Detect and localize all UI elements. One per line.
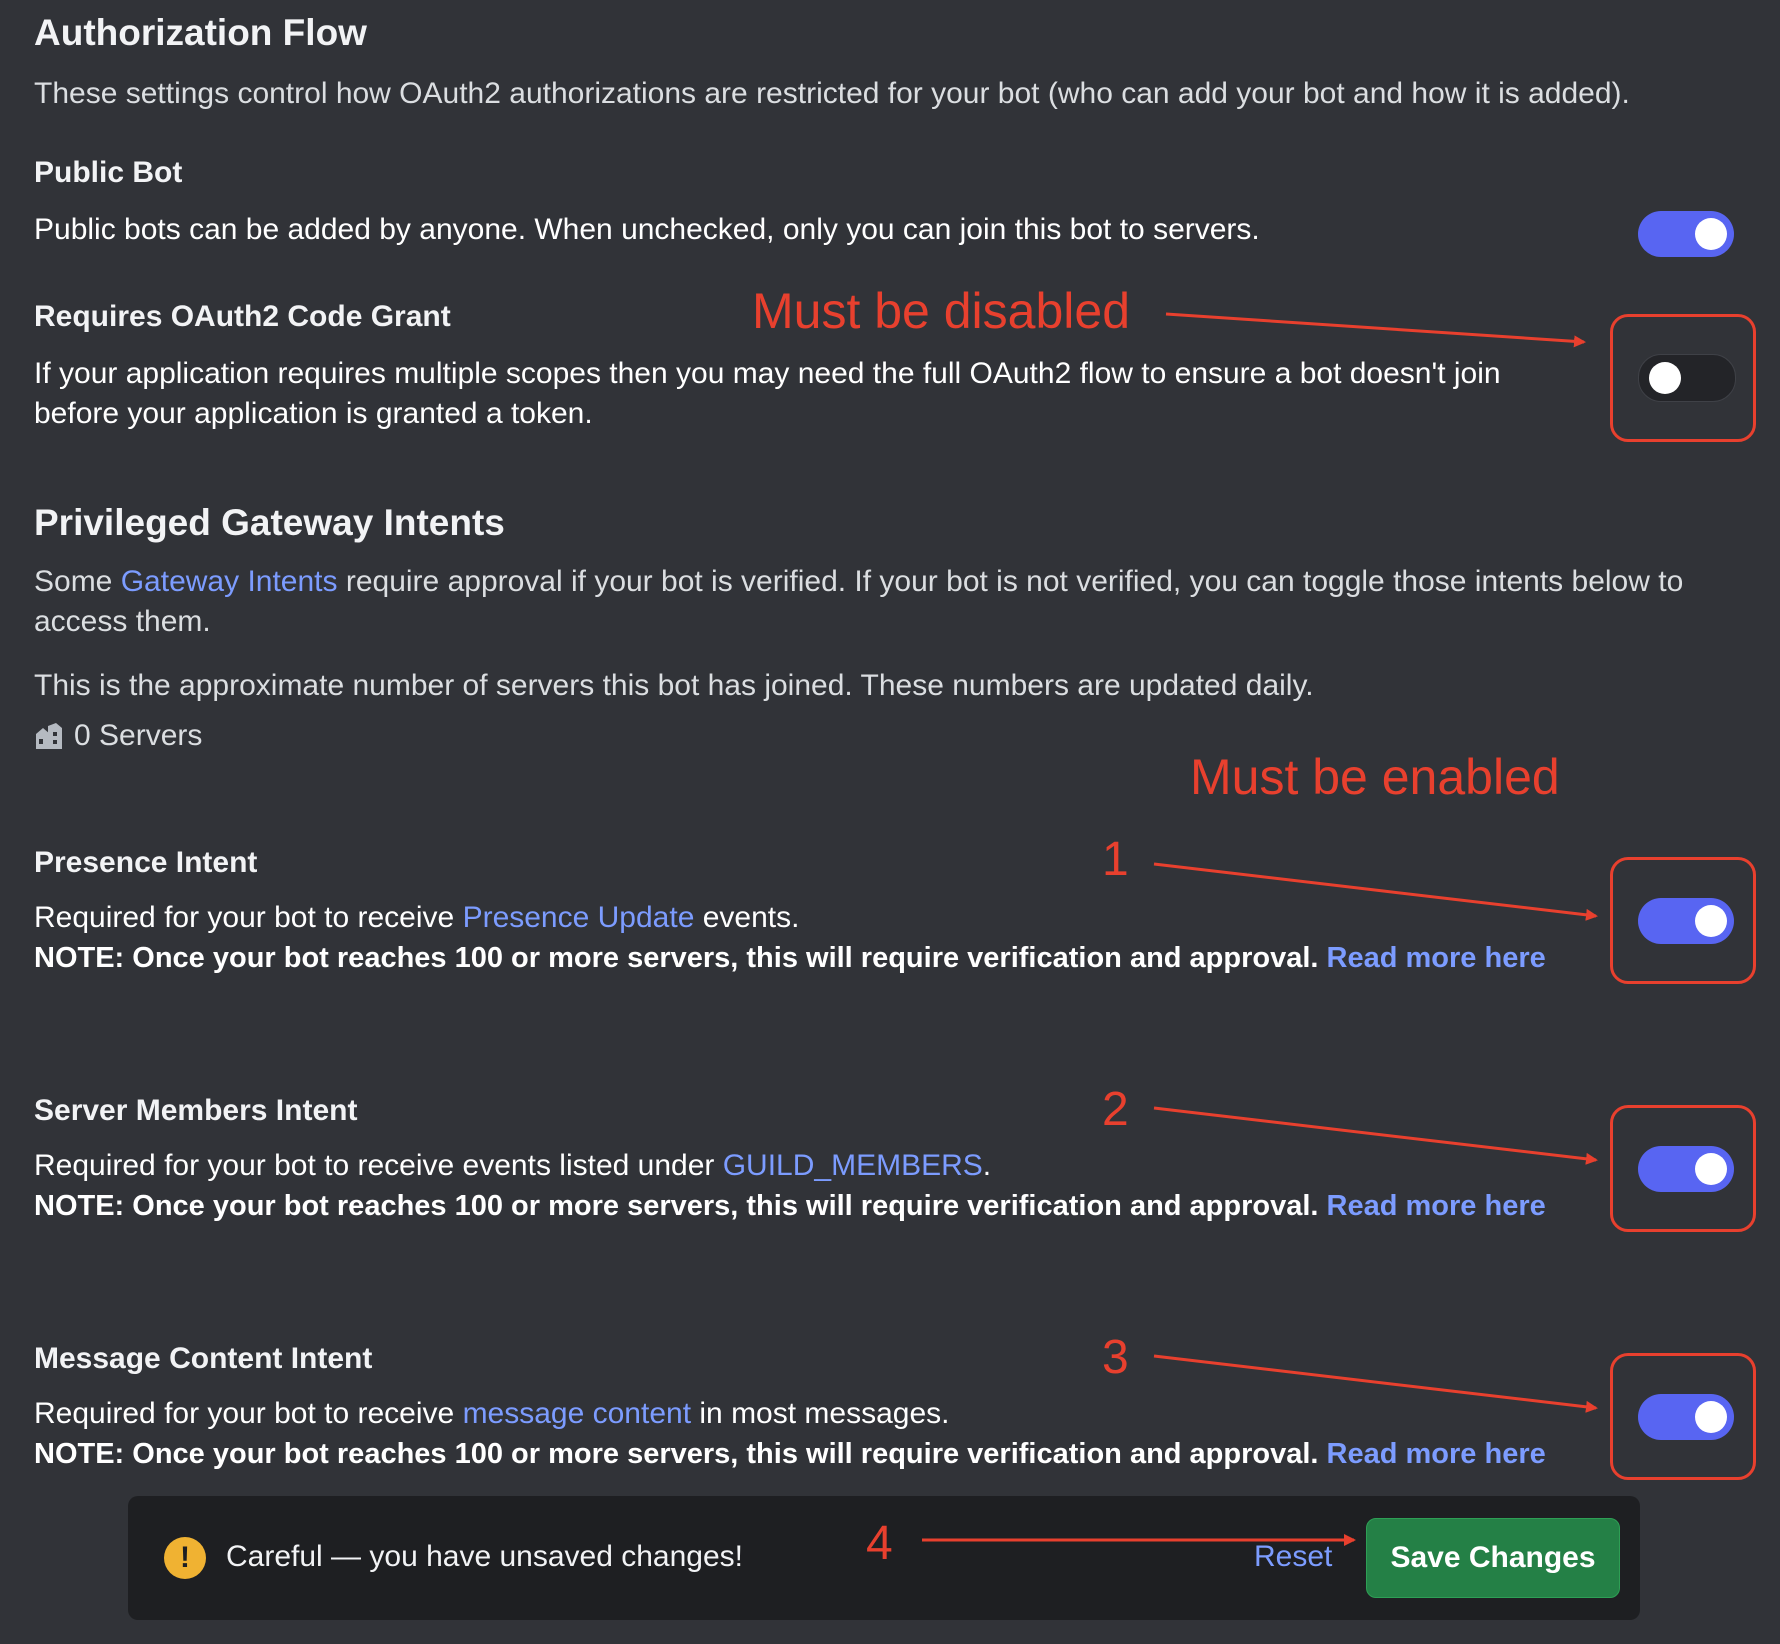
arrow-to-code-grant (1165, 312, 1586, 348)
arrow-to-message-content (1153, 1354, 1598, 1413)
arrow-to-members (1153, 1106, 1598, 1165)
annotation-arrows (922, 312, 1598, 1546)
arrow-to-presence (1153, 862, 1598, 921)
